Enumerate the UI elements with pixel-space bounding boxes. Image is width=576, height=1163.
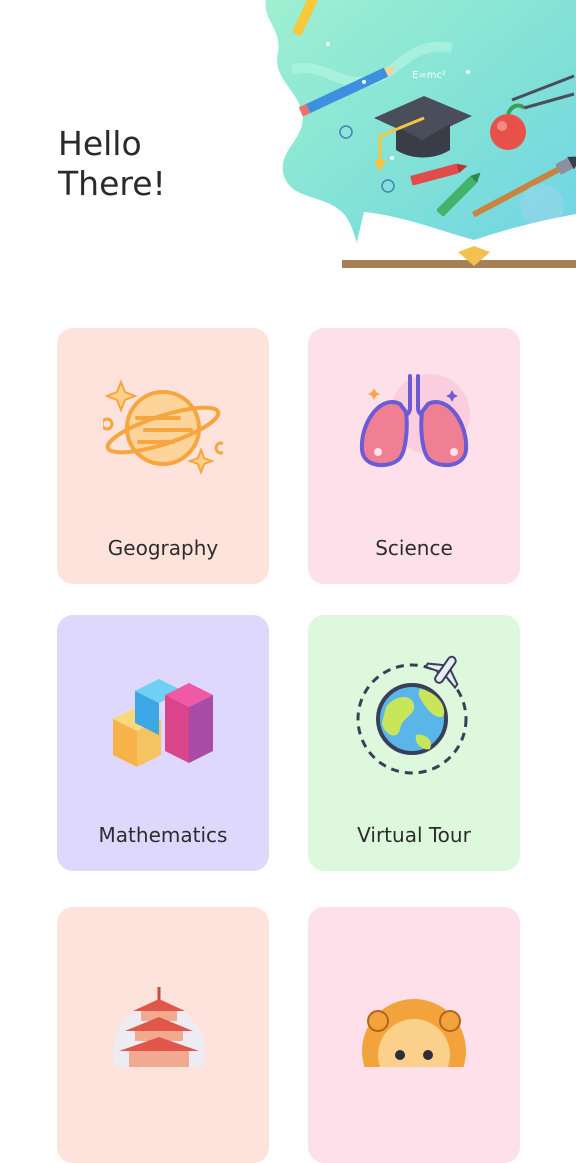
greeting-line-2: There!: [58, 164, 166, 203]
category-card-geography[interactable]: Geography: [57, 328, 269, 584]
planet-icon: [103, 379, 223, 475]
globe-plane-icon: [356, 655, 468, 775]
greeting-line-1: Hello: [58, 124, 142, 163]
education-illustration: E=mc²: [265, 0, 576, 268]
category-label: Mathematics: [98, 823, 228, 847]
cubes-icon: [113, 679, 213, 767]
category-card-heritage[interactable]: [57, 907, 269, 1163]
hero-formula: E=mc²: [412, 70, 446, 81]
category-card-virtual-tour[interactable]: Virtual Tour: [308, 615, 520, 871]
category-card-mathematics[interactable]: Mathematics: [57, 615, 269, 871]
category-label: Geography: [107, 536, 219, 560]
lion-icon: [362, 999, 466, 1067]
greeting-title: Hello There!: [58, 124, 166, 204]
lungs-icon: [359, 374, 470, 468]
category-label: Science: [375, 536, 453, 560]
category-label: Virtual Tour: [357, 823, 471, 847]
category-card-wildlife[interactable]: [308, 907, 520, 1163]
pagoda-icon: [113, 987, 205, 1067]
category-card-science[interactable]: Science: [308, 328, 520, 584]
